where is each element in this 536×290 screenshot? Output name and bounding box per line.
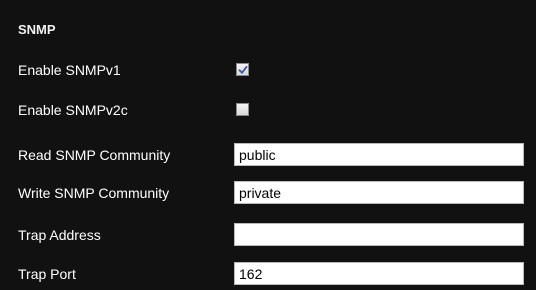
write-snmp-community-input[interactable] xyxy=(234,181,524,204)
enable-snmpv1-checkbox[interactable] xyxy=(236,63,249,76)
row-write-snmp-community: Write SNMP Community xyxy=(0,177,536,209)
trap-address-input[interactable] xyxy=(234,223,524,246)
row-enable-snmpv2c: Enable SNMPv2c xyxy=(0,94,536,126)
trap-address-label: Trap Address xyxy=(18,227,101,243)
read-snmp-community-input[interactable] xyxy=(234,143,524,166)
row-trap-address: Trap Address xyxy=(0,219,536,251)
enable-snmpv2c-label: Enable SNMPv2c xyxy=(18,102,128,118)
trap-port-input[interactable] xyxy=(234,262,524,285)
trap-port-label: Trap Port xyxy=(18,266,76,282)
row-enable-snmpv1: Enable SNMPv1 xyxy=(0,54,536,86)
snmp-settings-panel: SNMP Enable SNMPv1 Enable SNMPv2c Read S… xyxy=(0,0,536,290)
read-snmp-community-label: Read SNMP Community xyxy=(18,147,171,163)
checkmark-icon xyxy=(238,65,247,74)
enable-snmpv2c-checkbox[interactable] xyxy=(236,103,249,116)
enable-snmpv1-label: Enable SNMPv1 xyxy=(18,62,121,78)
row-read-snmp-community: Read SNMP Community xyxy=(0,139,536,171)
section-title: SNMP xyxy=(18,22,56,37)
write-snmp-community-label: Write SNMP Community xyxy=(18,185,170,201)
row-trap-port: Trap Port xyxy=(0,258,536,290)
